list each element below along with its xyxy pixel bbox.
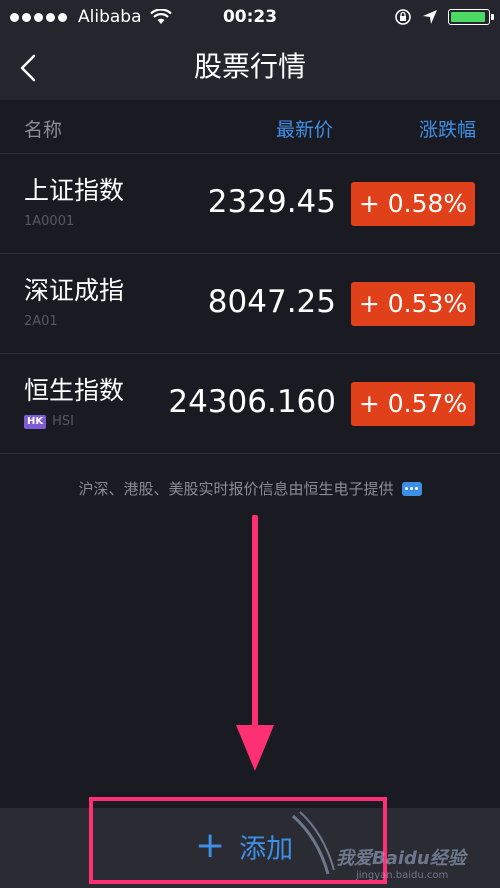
watermark-brand: 我爱Baidu经验 [336, 848, 466, 869]
battery-icon [448, 9, 494, 25]
change-badge[interactable]: + 0.58% [351, 182, 475, 226]
stock-code: 2A01 [24, 314, 58, 329]
nav-bar: 股票行情 [0, 36, 500, 100]
stock-name: 恒生指数 [24, 376, 125, 405]
page-title: 股票行情 [193, 50, 306, 83]
table-row[interactable]: 上证指数 1A0001 2329.45 + 0.58% [0, 154, 500, 254]
stock-price: 24306.160 [168, 384, 336, 420]
table-row[interactable]: 深证成指 2A01 8047.25 + 0.53% [0, 254, 500, 354]
change-badge[interactable]: + 0.53% [351, 282, 475, 326]
header-name: 名称 [24, 119, 63, 141]
table-row[interactable]: 恒生指数 HK HSI 24306.160 + 0.57% [0, 354, 500, 454]
status-right [394, 6, 494, 28]
watermark: 我爱Baidu经验 jingyan.baidu.com [292, 811, 498, 886]
orientation-lock-icon [395, 9, 411, 25]
stock-name: 上证指数 [24, 176, 125, 205]
stock-code-wrap: HK HSI [24, 414, 74, 429]
stock-quotes-screen: Alibaba 00:23 股票行情 名称 最新价 涨跌幅 上证指数 1A000… [0, 0, 500, 888]
stock-code: HSI [52, 414, 74, 429]
header-change-percent[interactable]: 涨跌幅 [419, 115, 476, 142]
more-dots-icon[interactable] [401, 481, 422, 496]
watermark-url: jingyan.baidu.com [356, 870, 449, 881]
stock-code-wrap: 2A01 [24, 314, 58, 329]
table-header: 名称 最新价 涨跌幅 [0, 100, 500, 154]
status-bar: Alibaba 00:23 [0, 0, 500, 36]
provider-note: 沪深、港股、美股实时报价信息由恒生电子提供 [0, 478, 500, 499]
change-badge[interactable]: + 0.57% [351, 382, 475, 426]
stock-code: 1A0001 [24, 214, 75, 229]
market-badge: HK [24, 414, 47, 429]
provider-note-text: 沪深、港股、美股实时报价信息由恒生电子提供 [78, 480, 394, 498]
stock-name: 深证成指 [24, 276, 125, 305]
stock-price: 2329.45 [207, 184, 336, 220]
annotation-arrow-icon [236, 515, 274, 771]
stock-price: 8047.25 [207, 284, 336, 320]
stock-code-wrap: 1A0001 [24, 214, 74, 229]
header-latest-price[interactable]: 最新价 [276, 115, 333, 142]
location-arrow-icon [423, 10, 437, 24]
